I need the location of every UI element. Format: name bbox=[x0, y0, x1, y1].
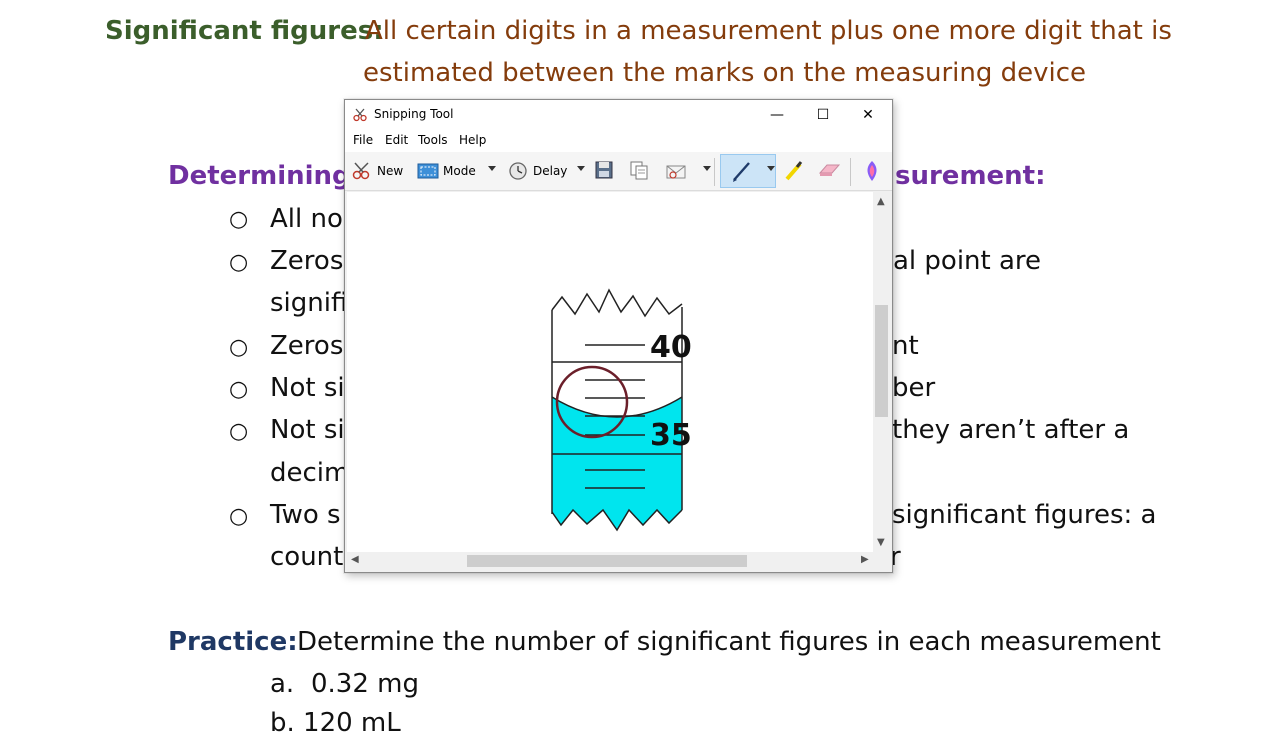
send-dropdown-icon[interactable] bbox=[703, 166, 711, 171]
bullet-text: Zeros bbox=[270, 331, 344, 361]
send-snip-icon[interactable] bbox=[665, 160, 689, 182]
delay-label: Delay bbox=[533, 164, 568, 178]
vertical-scroll-thumb[interactable] bbox=[875, 305, 888, 417]
toolbar-separator bbox=[850, 158, 851, 186]
toolbar: New Mode Delay bbox=[345, 152, 892, 191]
bullet-text: count bbox=[270, 542, 344, 572]
determining-heading-left: Determining t bbox=[168, 161, 373, 191]
toolbar-separator bbox=[714, 158, 715, 186]
scroll-up-icon[interactable]: ▲ bbox=[877, 196, 885, 207]
mode-label: Mode bbox=[443, 164, 476, 178]
item-b-partial: b. 120 mL bbox=[270, 708, 401, 738]
delay-dropdown-icon[interactable] bbox=[577, 166, 585, 171]
cylinder-label-35: 35 bbox=[650, 418, 692, 453]
delay-button[interactable]: Delay bbox=[507, 160, 567, 182]
bullet-text: Not si bbox=[270, 373, 345, 403]
menu-help[interactable]: Help bbox=[459, 133, 486, 147]
bullet-text-right: al point are bbox=[893, 246, 1042, 276]
snip-canvas: 40 35 bbox=[347, 192, 873, 552]
item-a-letter: a. bbox=[270, 669, 295, 699]
menu-file[interactable]: File bbox=[353, 133, 373, 147]
window-title: Snipping Tool bbox=[374, 107, 454, 121]
highlighter-icon[interactable] bbox=[783, 159, 805, 183]
bullet-icon: ○ bbox=[229, 377, 249, 402]
bullet-text: signifi bbox=[270, 288, 348, 318]
item-a-text: 0.32 mg bbox=[311, 669, 419, 699]
eraser-icon[interactable] bbox=[817, 161, 841, 179]
graduated-cylinder-image: 40 35 bbox=[551, 288, 692, 532]
mode-dropdown-icon[interactable] bbox=[488, 166, 496, 171]
close-button[interactable]: ✕ bbox=[845, 100, 891, 130]
scroll-right-icon[interactable]: ▶ bbox=[861, 554, 869, 565]
sigfig-definition-line2: estimated between the marks on the measu… bbox=[363, 58, 1087, 88]
bullet-text: Two s bbox=[270, 500, 341, 530]
menu-edit[interactable]: Edit bbox=[385, 133, 408, 147]
practice-heading: Practice: bbox=[168, 627, 298, 657]
clock-icon bbox=[509, 162, 527, 180]
minimize-button[interactable]: — bbox=[754, 100, 800, 130]
save-icon[interactable] bbox=[595, 161, 613, 179]
menu-tools[interactable]: Tools bbox=[418, 133, 448, 147]
pen-dropdown-icon[interactable] bbox=[767, 166, 775, 171]
bullet-text-right: significant figures: a bbox=[892, 500, 1157, 530]
bullet-icon: ○ bbox=[229, 207, 249, 232]
scroll-left-icon[interactable]: ◀ bbox=[351, 554, 359, 565]
bullet-text-right: nt bbox=[892, 331, 919, 361]
bullet-icon: ○ bbox=[229, 419, 249, 444]
bullet-icon: ○ bbox=[229, 335, 249, 360]
practice-text: Determine the number of significant figu… bbox=[297, 627, 1161, 657]
mode-button[interactable]: Mode bbox=[417, 160, 476, 182]
bullet-text: Zeros bbox=[270, 246, 344, 276]
title-bar[interactable]: Snipping Tool — ☐ ✕ bbox=[345, 100, 892, 130]
snipping-tool-window[interactable]: Snipping Tool — ☐ ✕ File Edit Tools Help… bbox=[344, 99, 893, 573]
cylinder-label-40: 40 bbox=[650, 330, 692, 365]
bullet-text-right: they aren’t after a bbox=[892, 415, 1130, 445]
paint3d-icon[interactable] bbox=[863, 159, 881, 183]
sigfig-definition-line1: All certain digits in a measurement plus… bbox=[365, 16, 1172, 46]
scissors-icon bbox=[353, 108, 367, 122]
bullet-text: All no bbox=[270, 204, 343, 234]
rectangle-mode-icon bbox=[417, 163, 439, 179]
sigfig-heading: Significant figures: bbox=[105, 16, 384, 46]
new-snip-icon bbox=[352, 162, 370, 180]
new-label: New bbox=[377, 164, 404, 178]
horizontal-scroll-thumb[interactable] bbox=[467, 555, 747, 567]
bullet-text: Not si bbox=[270, 415, 345, 445]
copy-icon[interactable] bbox=[629, 160, 649, 180]
bullet-icon: ○ bbox=[229, 250, 249, 275]
bullet-text-right: ber bbox=[892, 373, 936, 403]
bullet-icon: ○ bbox=[229, 504, 249, 529]
menu-bar: File Edit Tools Help bbox=[345, 130, 892, 152]
determining-heading-right: surement: bbox=[895, 161, 1046, 191]
maximize-button[interactable]: ☐ bbox=[800, 100, 846, 130]
bullet-text: decim bbox=[270, 458, 350, 488]
new-button[interactable]: New bbox=[351, 160, 403, 182]
scroll-down-icon[interactable]: ▼ bbox=[877, 537, 885, 548]
pen-icon[interactable] bbox=[731, 159, 753, 183]
